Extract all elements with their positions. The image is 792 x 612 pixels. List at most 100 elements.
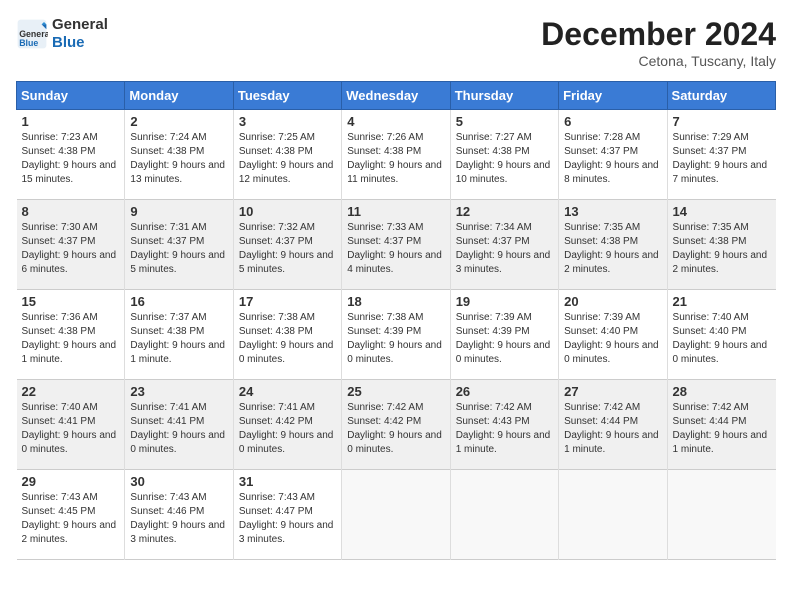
calendar-week-5: 29 Sunrise: 7:43 AM Sunset: 4:45 PM Dayl… (17, 470, 776, 560)
calendar-cell: 23 Sunrise: 7:41 AM Sunset: 4:41 PM Dayl… (125, 380, 233, 470)
cell-info: Sunrise: 7:26 AM Sunset: 4:38 PM Dayligh… (347, 131, 444, 187)
day-number: 4 (347, 114, 444, 129)
calendar-cell: 15 Sunrise: 7:36 AM Sunset: 4:38 PM Dayl… (17, 290, 125, 380)
day-number: 23 (130, 384, 227, 399)
calendar-cell (667, 470, 775, 560)
day-number: 6 (564, 114, 661, 129)
cell-info: Sunrise: 7:38 AM Sunset: 4:38 PM Dayligh… (239, 311, 336, 367)
calendar-cell: 9 Sunrise: 7:31 AM Sunset: 4:37 PM Dayli… (125, 200, 233, 290)
day-number: 21 (673, 294, 771, 309)
month-title: December 2024 (541, 16, 776, 53)
calendar-cell: 18 Sunrise: 7:38 AM Sunset: 4:39 PM Dayl… (342, 290, 450, 380)
day-number: 31 (239, 474, 336, 489)
calendar-cell: 26 Sunrise: 7:42 AM Sunset: 4:43 PM Dayl… (450, 380, 558, 470)
calendar-cell: 11 Sunrise: 7:33 AM Sunset: 4:37 PM Dayl… (342, 200, 450, 290)
calendar-cell: 16 Sunrise: 7:37 AM Sunset: 4:38 PM Dayl… (125, 290, 233, 380)
day-number: 28 (673, 384, 771, 399)
day-number: 11 (347, 204, 444, 219)
calendar-cell: 29 Sunrise: 7:43 AM Sunset: 4:45 PM Dayl… (17, 470, 125, 560)
svg-text:Blue: Blue (19, 38, 38, 48)
calendar-table: SundayMondayTuesdayWednesdayThursdayFrid… (16, 81, 776, 560)
cell-info: Sunrise: 7:28 AM Sunset: 4:37 PM Dayligh… (564, 131, 661, 187)
cell-info: Sunrise: 7:23 AM Sunset: 4:38 PM Dayligh… (22, 131, 120, 187)
cell-info: Sunrise: 7:43 AM Sunset: 4:46 PM Dayligh… (130, 491, 227, 547)
cell-info: Sunrise: 7:40 AM Sunset: 4:40 PM Dayligh… (673, 311, 771, 367)
header-day-tuesday: Tuesday (233, 82, 341, 110)
calendar-cell: 21 Sunrise: 7:40 AM Sunset: 4:40 PM Dayl… (667, 290, 775, 380)
cell-info: Sunrise: 7:42 AM Sunset: 4:43 PM Dayligh… (456, 401, 553, 457)
day-number: 20 (564, 294, 661, 309)
calendar-cell: 28 Sunrise: 7:42 AM Sunset: 4:44 PM Dayl… (667, 380, 775, 470)
day-number: 3 (239, 114, 336, 129)
cell-info: Sunrise: 7:42 AM Sunset: 4:44 PM Dayligh… (564, 401, 661, 457)
calendar-cell: 24 Sunrise: 7:41 AM Sunset: 4:42 PM Dayl… (233, 380, 341, 470)
calendar-cell: 17 Sunrise: 7:38 AM Sunset: 4:38 PM Dayl… (233, 290, 341, 380)
cell-info: Sunrise: 7:43 AM Sunset: 4:45 PM Dayligh… (22, 491, 120, 547)
day-number: 5 (456, 114, 553, 129)
calendar-cell: 27 Sunrise: 7:42 AM Sunset: 4:44 PM Dayl… (559, 380, 667, 470)
cell-info: Sunrise: 7:35 AM Sunset: 4:38 PM Dayligh… (564, 221, 661, 277)
cell-info: Sunrise: 7:29 AM Sunset: 4:37 PM Dayligh… (673, 131, 771, 187)
calendar-cell: 2 Sunrise: 7:24 AM Sunset: 4:38 PM Dayli… (125, 110, 233, 200)
calendar-cell: 3 Sunrise: 7:25 AM Sunset: 4:38 PM Dayli… (233, 110, 341, 200)
day-number: 16 (130, 294, 227, 309)
day-number: 14 (673, 204, 771, 219)
cell-info: Sunrise: 7:35 AM Sunset: 4:38 PM Dayligh… (673, 221, 771, 277)
cell-info: Sunrise: 7:39 AM Sunset: 4:39 PM Dayligh… (456, 311, 553, 367)
day-number: 2 (130, 114, 227, 129)
calendar-cell: 19 Sunrise: 7:39 AM Sunset: 4:39 PM Dayl… (450, 290, 558, 380)
day-number: 9 (130, 204, 227, 219)
day-number: 22 (22, 384, 120, 399)
logo-blue: Blue (52, 34, 85, 51)
header-day-saturday: Saturday (667, 82, 775, 110)
page-header: General Blue General Blue December 2024 … (16, 16, 776, 69)
calendar-week-1: 1 Sunrise: 7:23 AM Sunset: 4:38 PM Dayli… (17, 110, 776, 200)
calendar-cell: 6 Sunrise: 7:28 AM Sunset: 4:37 PM Dayli… (559, 110, 667, 200)
logo-general: General (52, 16, 108, 33)
cell-info: Sunrise: 7:27 AM Sunset: 4:38 PM Dayligh… (456, 131, 553, 187)
day-number: 18 (347, 294, 444, 309)
day-number: 24 (239, 384, 336, 399)
calendar-week-2: 8 Sunrise: 7:30 AM Sunset: 4:37 PM Dayli… (17, 200, 776, 290)
calendar-cell: 8 Sunrise: 7:30 AM Sunset: 4:37 PM Dayli… (17, 200, 125, 290)
calendar-cell: 10 Sunrise: 7:32 AM Sunset: 4:37 PM Dayl… (233, 200, 341, 290)
day-number: 19 (456, 294, 553, 309)
cell-info: Sunrise: 7:41 AM Sunset: 4:42 PM Dayligh… (239, 401, 336, 457)
day-number: 8 (22, 204, 120, 219)
cell-info: Sunrise: 7:43 AM Sunset: 4:47 PM Dayligh… (239, 491, 336, 547)
calendar-cell: 7 Sunrise: 7:29 AM Sunset: 4:37 PM Dayli… (667, 110, 775, 200)
calendar-cell: 12 Sunrise: 7:34 AM Sunset: 4:37 PM Dayl… (450, 200, 558, 290)
cell-info: Sunrise: 7:42 AM Sunset: 4:44 PM Dayligh… (673, 401, 771, 457)
cell-info: Sunrise: 7:37 AM Sunset: 4:38 PM Dayligh… (130, 311, 227, 367)
header-day-friday: Friday (559, 82, 667, 110)
calendar-body: 1 Sunrise: 7:23 AM Sunset: 4:38 PM Dayli… (17, 110, 776, 560)
day-number: 17 (239, 294, 336, 309)
calendar-cell: 4 Sunrise: 7:26 AM Sunset: 4:38 PM Dayli… (342, 110, 450, 200)
header-day-sunday: Sunday (17, 82, 125, 110)
day-number: 1 (22, 114, 120, 129)
cell-info: Sunrise: 7:25 AM Sunset: 4:38 PM Dayligh… (239, 131, 336, 187)
day-number: 29 (22, 474, 120, 489)
day-number: 30 (130, 474, 227, 489)
calendar-cell: 25 Sunrise: 7:42 AM Sunset: 4:42 PM Dayl… (342, 380, 450, 470)
calendar-cell: 13 Sunrise: 7:35 AM Sunset: 4:38 PM Dayl… (559, 200, 667, 290)
cell-info: Sunrise: 7:38 AM Sunset: 4:39 PM Dayligh… (347, 311, 444, 367)
day-number: 15 (22, 294, 120, 309)
calendar-cell: 22 Sunrise: 7:40 AM Sunset: 4:41 PM Dayl… (17, 380, 125, 470)
header-day-wednesday: Wednesday (342, 82, 450, 110)
location-subtitle: Cetona, Tuscany, Italy (541, 53, 776, 69)
cell-info: Sunrise: 7:40 AM Sunset: 4:41 PM Dayligh… (22, 401, 120, 457)
day-number: 27 (564, 384, 661, 399)
calendar-cell: 1 Sunrise: 7:23 AM Sunset: 4:38 PM Dayli… (17, 110, 125, 200)
logo-icon: General Blue (16, 18, 48, 50)
calendar-header-row: SundayMondayTuesdayWednesdayThursdayFrid… (17, 82, 776, 110)
calendar-cell: 5 Sunrise: 7:27 AM Sunset: 4:38 PM Dayli… (450, 110, 558, 200)
header-day-thursday: Thursday (450, 82, 558, 110)
calendar-cell: 14 Sunrise: 7:35 AM Sunset: 4:38 PM Dayl… (667, 200, 775, 290)
day-number: 7 (673, 114, 771, 129)
day-number: 12 (456, 204, 553, 219)
cell-info: Sunrise: 7:41 AM Sunset: 4:41 PM Dayligh… (130, 401, 227, 457)
calendar-cell (559, 470, 667, 560)
header-day-monday: Monday (125, 82, 233, 110)
day-number: 10 (239, 204, 336, 219)
